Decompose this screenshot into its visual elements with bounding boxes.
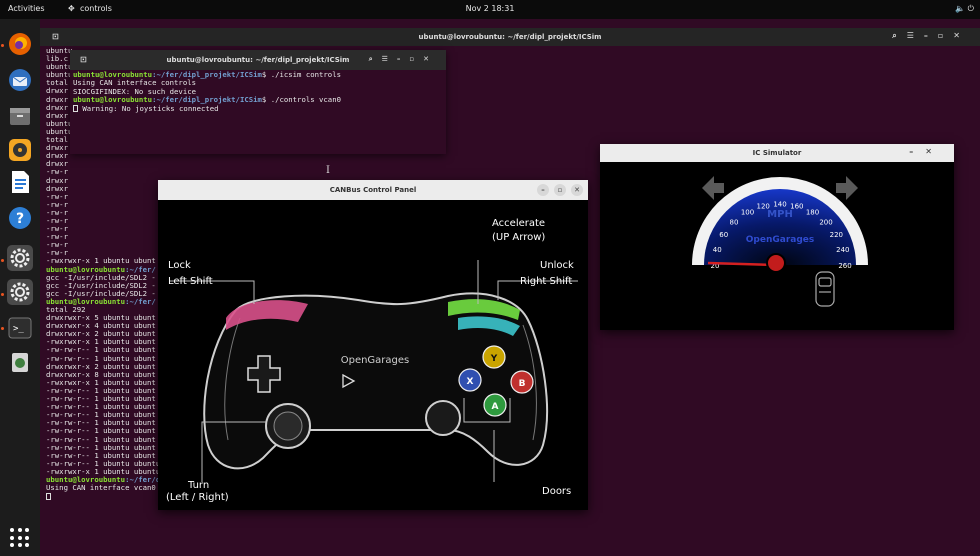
terminal-output[interactable]: ubuntu@lovroubuntu:~/fer/dipl_projekt/IC… [73, 71, 443, 153]
trash-icon[interactable] [7, 349, 33, 375]
close-button[interactable]: ✕ [571, 184, 583, 196]
gauge-tick-label: 80 [730, 218, 739, 226]
turn-label: Turn [188, 480, 210, 491]
output-line: Warning: No joysticks connected [78, 103, 219, 113]
thunderbird-icon[interactable] [7, 67, 33, 93]
command: $ ./controls vcan0 [261, 95, 341, 105]
lock-label: Lock [168, 260, 191, 271]
gauge-tick-label: 220 [830, 231, 843, 239]
canbus-titlebar[interactable]: CANBus Control Panel – ▫ ✕ [158, 180, 588, 200]
terminal-window-controls: ⊡ ubuntu@lovroubuntu: ~/fer/dipl_projekt… [70, 50, 446, 154]
canbus-control-panel-window: CANBus Control Panel – ▫ ✕ OpenGarages Y [158, 180, 588, 510]
gamepad-diagram[interactable]: OpenGarages Y X B A [158, 200, 588, 510]
gauge-tick-label: 260 [838, 262, 851, 270]
left-right-label: (Left / Right) [166, 492, 229, 503]
window-controls[interactable]: –✕ [909, 147, 944, 156]
ic-simulator-titlebar[interactable]: IC Simulator –✕ [600, 144, 954, 162]
settings-icon[interactable] [7, 245, 33, 271]
window-controls[interactable]: ⌕☰–▫✕ [892, 31, 970, 41]
svg-text:Y: Y [490, 354, 498, 364]
speed-unit: MPH [767, 209, 793, 220]
right-stick[interactable] [425, 400, 461, 436]
up-arrow-label: (UP Arrow) [492, 232, 546, 243]
left-turn-signal-icon [702, 176, 724, 200]
gauge-tick-label: 100 [741, 209, 754, 217]
gauge-tick-label: 60 [719, 231, 728, 239]
running-indicator [1, 327, 4, 330]
terminal-titlebar[interactable]: ⊡ ubuntu@lovroubuntu: ~/fer/dipl_projekt… [40, 28, 980, 46]
terminal-title: ubuntu@lovroubuntu: ~/fer/dipl_projekt/I… [418, 33, 602, 41]
running-indicator [1, 259, 4, 262]
running-indicator [1, 293, 4, 296]
x-button[interactable]: X [458, 368, 482, 392]
command: $ ./icsim controls [261, 71, 341, 79]
gauge-tick-label: 180 [806, 209, 819, 217]
ic-simulator-window: IC Simulator –✕ 20 40 60 80 100 120 140 160 180 2… [600, 144, 954, 330]
doors-label: Doors [542, 486, 572, 497]
gauge-brand: OpenGarages [746, 235, 814, 245]
desktop: Activities ✥controls Nov 2 18:31 🔈 ⏻ ? [0, 0, 980, 556]
prompt-path: :~/fer/ [125, 296, 156, 306]
b-button[interactable]: B [510, 370, 534, 394]
car-doors-icon [815, 271, 835, 307]
right-shift-label: Right Shift [520, 276, 573, 287]
window-title: IC Simulator [752, 149, 802, 157]
a-button[interactable]: A [483, 393, 507, 417]
clock[interactable]: Nov 2 18:31 [0, 4, 980, 13]
left-shift-label: Left Shift [168, 276, 213, 287]
firefox-icon[interactable] [7, 31, 33, 57]
y-button[interactable]: Y [482, 345, 506, 369]
gauge-tick-label: 240 [836, 246, 849, 254]
instrument-cluster: 20406080100120 140 160180200220240260 MPH … [692, 176, 868, 307]
gauge-tick-label: 200 [819, 218, 832, 226]
minimize-button[interactable]: – [537, 184, 549, 196]
output-line: Using CAN interface vcan0 [46, 483, 156, 493]
terminal-titlebar[interactable]: ⊡ ubuntu@lovroubuntu: ~/fer/dipl_projekt… [70, 50, 446, 70]
writer-icon[interactable] [7, 169, 33, 195]
system-tray[interactable]: 🔈 ⏻ [955, 4, 974, 14]
needle-hub [766, 253, 786, 273]
maximize-button[interactable]: ▫ [554, 184, 566, 196]
gauge-tick-label: 40 [713, 246, 722, 254]
svg-text:B: B [519, 379, 526, 389]
terminal-icon[interactable]: >_ [7, 315, 33, 341]
accelerate-label: Accelerate [492, 218, 546, 229]
svg-text:A: A [492, 402, 499, 412]
svg-text:X: X [467, 377, 474, 387]
settings-icon[interactable] [7, 279, 33, 305]
svg-text:?: ? [16, 211, 24, 227]
files-icon[interactable] [7, 103, 33, 129]
gamepad-brand: OpenGarages [341, 355, 410, 366]
show-apps-icon[interactable] [10, 528, 30, 548]
running-indicator [1, 44, 4, 47]
svg-text:>_: >_ [13, 324, 24, 334]
window-controls[interactable]: ⌕☰–▫✕ [369, 55, 438, 64]
dock: ? >_ [0, 19, 40, 556]
unlock-label: Unlock [540, 260, 574, 271]
right-turn-signal-icon [836, 176, 858, 200]
help-icon[interactable]: ? [7, 205, 33, 231]
mouse-cursor-ibeam: I [326, 165, 330, 176]
gauge-tick-label: 140 [773, 200, 786, 208]
top-bar: Activities ✥ controls Nov 2 18:31 🔈 ⏻ [0, 0, 980, 19]
rhythmbox-icon[interactable] [7, 137, 33, 163]
window-title: CANBus Control Panel [329, 186, 417, 194]
text-cursor [46, 492, 51, 500]
